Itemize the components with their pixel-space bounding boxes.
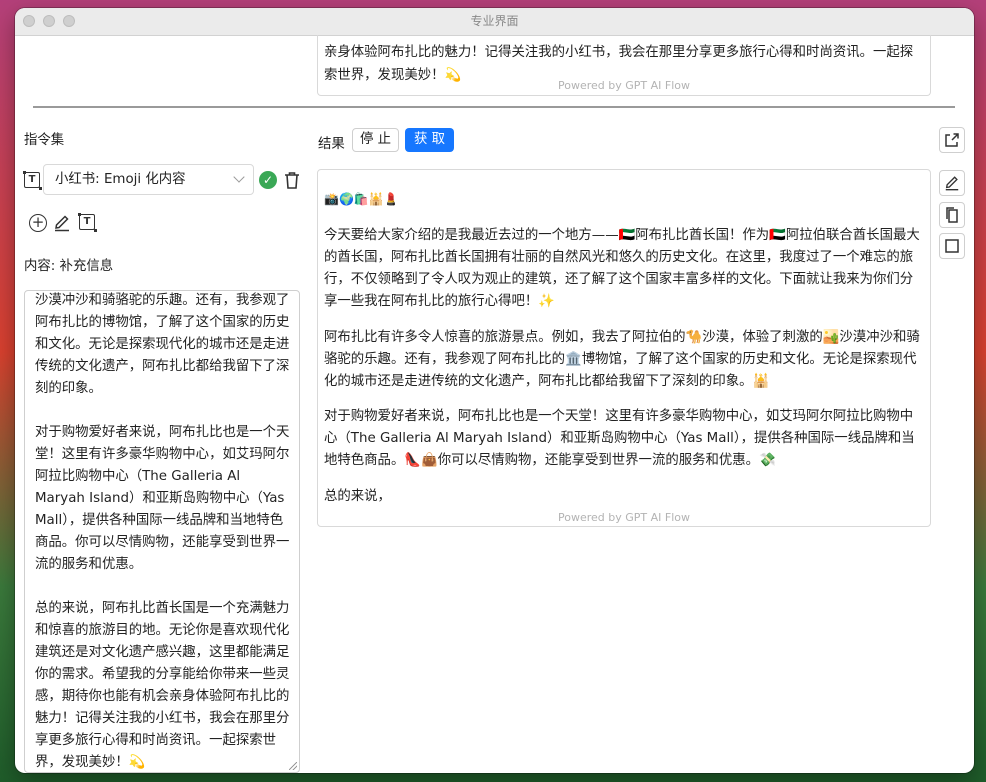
check-circle-icon[interactable]: ✓ xyxy=(259,171,277,189)
plus-circle-icon[interactable]: + xyxy=(29,214,47,232)
previous-result-box: 亲身体验阿布扎比的魅力！记得关注我的小红书，我会在那里分享更多旅行心得和时尚资讯… xyxy=(317,35,931,96)
chevron-down-icon xyxy=(233,171,245,183)
result-paragraph: 阿布扎比有许多令人惊喜的旅游景点。例如，我去了阿拉伯的🐪沙漠，体验了刺激的🏜️沙… xyxy=(324,330,920,389)
result-box: 📸🌍🛍️🕌💄 今天要给大家介绍的是我最近去过的一个地方——🇦🇪阿布扎比酋长国！作… xyxy=(317,169,931,527)
square-icon xyxy=(945,239,959,253)
template-icon[interactable]: T xyxy=(77,212,97,232)
result-label: 结果 xyxy=(318,137,345,152)
window-title: 专业界面 xyxy=(470,14,519,28)
share-icon xyxy=(945,133,959,147)
app-window: 专业界面 亲身体验阿布扎比的魅力！记得关注我的小红书，我会在那里分享更多旅行心得… xyxy=(15,8,974,773)
resize-handle[interactable] xyxy=(289,762,297,770)
split-divider[interactable] xyxy=(33,106,955,108)
trash-icon[interactable] xyxy=(284,171,300,189)
pencil-icon xyxy=(945,176,959,191)
powered-by-label: Powered by GPT AI Flow xyxy=(558,79,690,92)
result-paragraph: 对于购物爱好者来说，阿布扎比也是一个天堂！这里有许多豪华购物中心，如艾玛阿尔阿拉… xyxy=(324,409,915,468)
instruction-select-value: 小红书: Emoji 化内容 xyxy=(55,172,186,187)
share-button[interactable] xyxy=(939,127,965,153)
copy-button[interactable] xyxy=(939,202,965,228)
instruction-set-title: 指令集 xyxy=(24,133,65,148)
result-paragraph: 📸🌍🛍️🕌💄 xyxy=(324,192,399,206)
title-bar: 专业界面 xyxy=(15,8,974,36)
content-label: 内容: 补充信息 xyxy=(24,259,114,274)
instruction-select[interactable]: 小红书: Emoji 化内容 xyxy=(43,164,254,195)
powered-by-label: Powered by GPT AI Flow xyxy=(558,511,690,524)
result-paragraph: 总的来说， xyxy=(324,489,391,504)
result-paragraph: 今天要给大家介绍的是我最近去过的一个地方——🇦🇪阿布扎比酋长国！作为🇦🇪阿拉伯联… xyxy=(324,228,920,309)
stop-button[interactable]: 停 止 xyxy=(352,128,399,152)
copy-icon xyxy=(946,207,958,223)
get-button[interactable]: 获 取 xyxy=(405,128,454,152)
content-textarea[interactable]: 沙漠冲沙和骑骆驼的乐趣。还有，我参观了阿布扎比的博物馆，了解了这个国家的历史和文… xyxy=(24,290,300,773)
expand-button[interactable] xyxy=(939,233,965,259)
pencil-icon[interactable] xyxy=(53,214,71,232)
edit-result-button[interactable] xyxy=(939,170,965,196)
content-textarea-value: 沙漠冲沙和骑骆驼的乐趣。还有，我参观了阿布扎比的博物馆，了解了这个国家的历史和文… xyxy=(35,293,290,770)
template-icon: T xyxy=(22,170,42,190)
